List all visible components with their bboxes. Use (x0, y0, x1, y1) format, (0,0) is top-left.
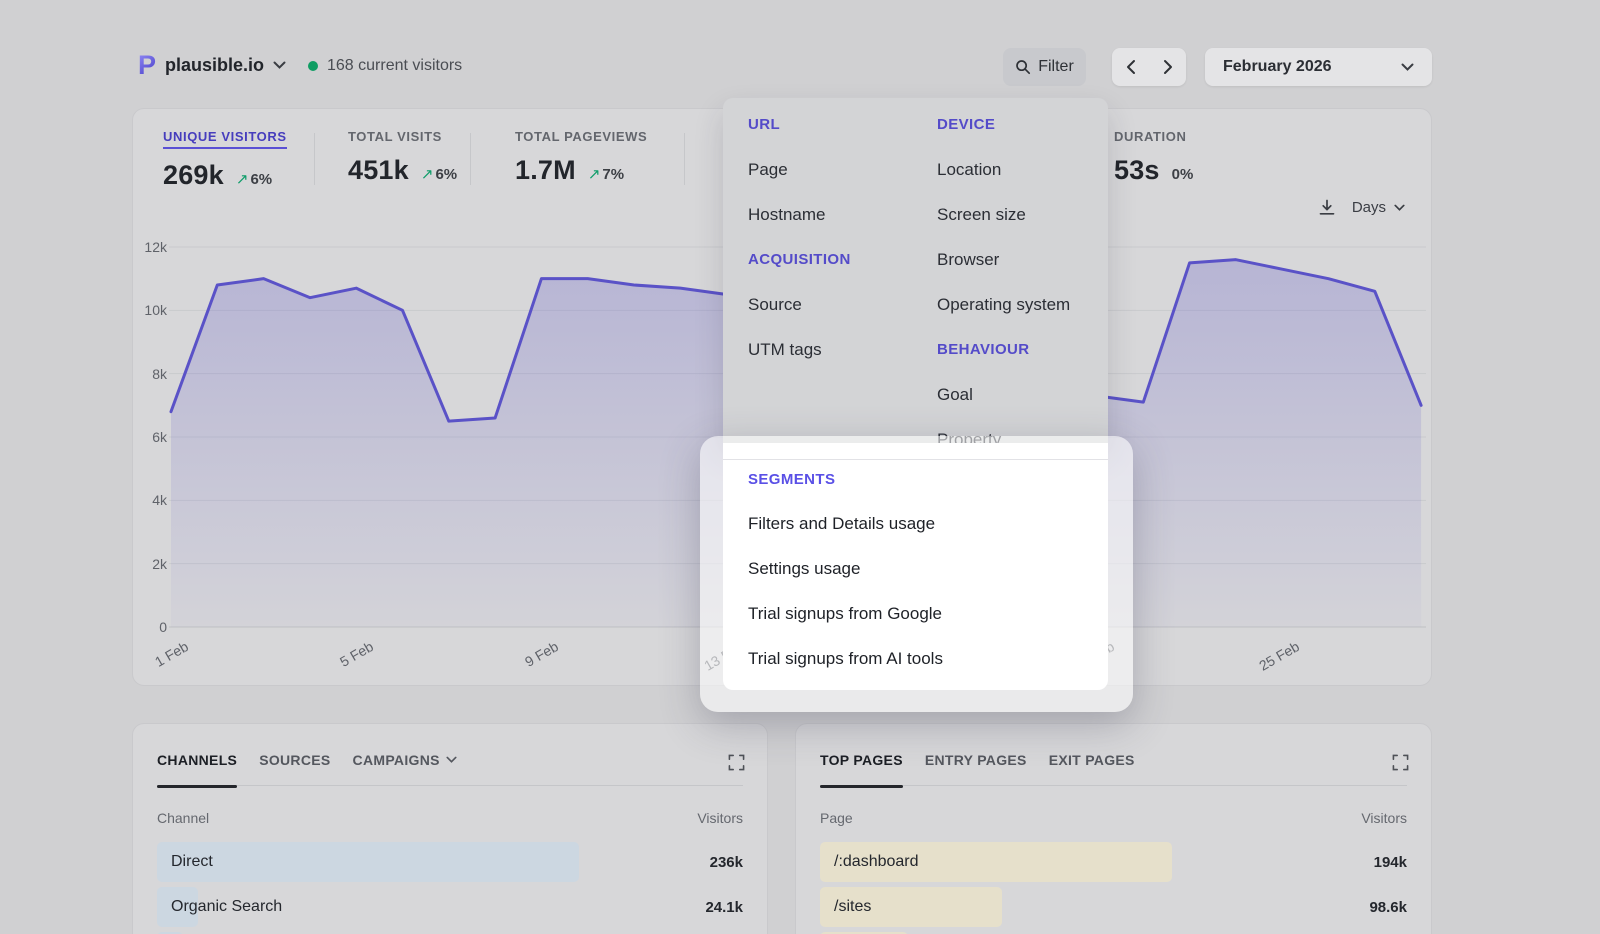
pages-tabs: TOP PAGES ENTRY PAGES EXIT PAGES (820, 752, 1407, 786)
column-page: Page (820, 810, 853, 826)
filter-dropdown-menu: URL Page Hostname ACQUISITION Source UTM tags… (723, 98, 1108, 443)
live-dot-icon (308, 61, 318, 71)
current-visitors-label: 168 current visitors (327, 57, 462, 75)
filter-menu-column-right: DEVICE Location Screen size Browser Operatin… (937, 116, 1070, 451)
filter-item-screen-size[interactable]: Screen size (937, 205, 1070, 226)
metric-total-pageviews[interactable]: TOTAL PAGEVIEWS1.7M↗7% (515, 129, 647, 186)
site-switcher[interactable]: P plausible.io (138, 52, 286, 79)
filter-item-source[interactable]: Source (748, 295, 851, 316)
filter-button[interactable]: Filter (1003, 48, 1086, 86)
interval-label: Days (1352, 199, 1386, 216)
y-axis-tick: 8k (133, 366, 167, 382)
y-axis-tick: 6k (133, 429, 167, 445)
segment-item-trial-signups-from-google[interactable]: Trial signups from Google (748, 604, 1088, 626)
date-nav (1112, 48, 1186, 86)
channels-table-header: Channel Visitors (157, 810, 743, 826)
column-visitors: Visitors (697, 810, 743, 826)
chevron-left-icon[interactable] (1126, 59, 1136, 75)
graph-toolbar: Days (1318, 199, 1405, 216)
trend-up-icon: ↗ (588, 166, 601, 183)
channels-table: Direct236k Organic Search24.1k (157, 842, 743, 934)
pages-card: TOP PAGES ENTRY PAGES EXIT PAGES Page Visi… (795, 723, 1432, 934)
filter-section-device: DEVICE (937, 116, 1070, 136)
y-axis-tick: 4k (133, 492, 167, 508)
y-axis-tick: 12k (133, 239, 167, 255)
plausible-logo-icon: P (138, 52, 156, 79)
tab-entry-pages[interactable]: ENTRY PAGES (925, 752, 1027, 768)
channels-tabs: CHANNELS SOURCES CAMPAIGNS (157, 752, 743, 786)
date-range-picker[interactable]: February 2026 (1205, 48, 1432, 86)
date-range-label: February 2026 (1223, 58, 1332, 76)
tab-sources[interactable]: SOURCES (259, 752, 330, 768)
download-icon[interactable] (1318, 199, 1336, 216)
filter-item-utm-tags[interactable]: UTM tags (748, 340, 851, 361)
y-axis-tick: 2k (133, 556, 167, 572)
table-row[interactable]: Organic Search24.1k (157, 887, 743, 927)
chevron-down-icon (273, 61, 286, 70)
value-bar (157, 842, 579, 882)
site-name: plausible.io (165, 55, 264, 76)
chevron-right-icon[interactable] (1163, 59, 1173, 75)
trend-up-icon: ↗ (421, 166, 434, 183)
segments-heading: SEGMENTS (748, 471, 1088, 491)
divider (723, 459, 1108, 460)
divider (470, 133, 471, 185)
y-axis-tick: 0 (133, 619, 167, 635)
metric-total-visits[interactable]: TOTAL VISITS451k↗6% (348, 129, 457, 186)
interval-selector[interactable]: Days (1352, 199, 1405, 216)
filter-item-hostname[interactable]: Hostname (748, 205, 851, 226)
filter-section-acquisition: ACQUISITION (748, 251, 851, 271)
table-row[interactable]: /sites98.6k (820, 887, 1407, 927)
chevron-down-icon (1401, 63, 1414, 72)
trend-up-icon: ↗ (236, 171, 249, 188)
column-channel: Channel (157, 810, 209, 826)
table-row[interactable]: Direct236k (157, 842, 743, 882)
tab-top-pages[interactable]: TOP PAGES (820, 752, 903, 768)
current-visitors[interactable]: 168 current visitors (308, 57, 462, 75)
y-axis-tick: 10k (133, 302, 167, 318)
metric-unique-visitors[interactable]: UNIQUE VISITORS269k↗6% (163, 129, 287, 191)
segment-item-settings-usage[interactable]: Settings usage (748, 559, 1088, 581)
metric-duration[interactable]: DURATION53s0% (1114, 129, 1193, 186)
divider (684, 133, 685, 185)
column-visitors: Visitors (1361, 810, 1407, 826)
table-row[interactable]: /:dashboard194k (820, 842, 1407, 882)
tab-exit-pages[interactable]: EXIT PAGES (1049, 752, 1135, 768)
filter-menu-column-left: URL Page Hostname ACQUISITION Source UTM tags (748, 116, 851, 361)
segment-item-filters-and-details-usage[interactable]: Filters and Details usage (748, 514, 1088, 536)
segments-section: SEGMENTS Filters and Details usage Settin… (723, 443, 1108, 690)
filter-item-operating-system[interactable]: Operating system (937, 295, 1070, 316)
search-icon (1015, 59, 1031, 75)
filter-button-label: Filter (1038, 58, 1074, 76)
channels-card: CHANNELS SOURCES CAMPAIGNS Channel Visitor… (132, 723, 768, 934)
divider (314, 133, 315, 185)
chevron-down-icon (446, 756, 457, 764)
filter-item-page[interactable]: Page (748, 160, 851, 181)
filter-item-location[interactable]: Location (937, 160, 1070, 181)
pages-table-header: Page Visitors (820, 810, 1407, 826)
segment-item-trial-signups-from-ai-tools[interactable]: Trial signups from AI tools (748, 649, 1088, 671)
filter-section-behaviour: BEHAVIOUR (937, 341, 1070, 361)
chevron-down-icon (1394, 204, 1405, 212)
expand-icon[interactable] (1392, 754, 1409, 771)
filter-item-goal[interactable]: Goal (937, 385, 1070, 406)
pages-table: /:dashboard194k/sites98.6k (820, 842, 1407, 934)
expand-icon[interactable] (728, 754, 745, 771)
filter-item-browser[interactable]: Browser (937, 250, 1070, 271)
tab-campaigns[interactable]: CAMPAIGNS (353, 752, 457, 768)
tab-channels[interactable]: CHANNELS (157, 752, 237, 768)
filter-section-url: URL (748, 116, 851, 136)
